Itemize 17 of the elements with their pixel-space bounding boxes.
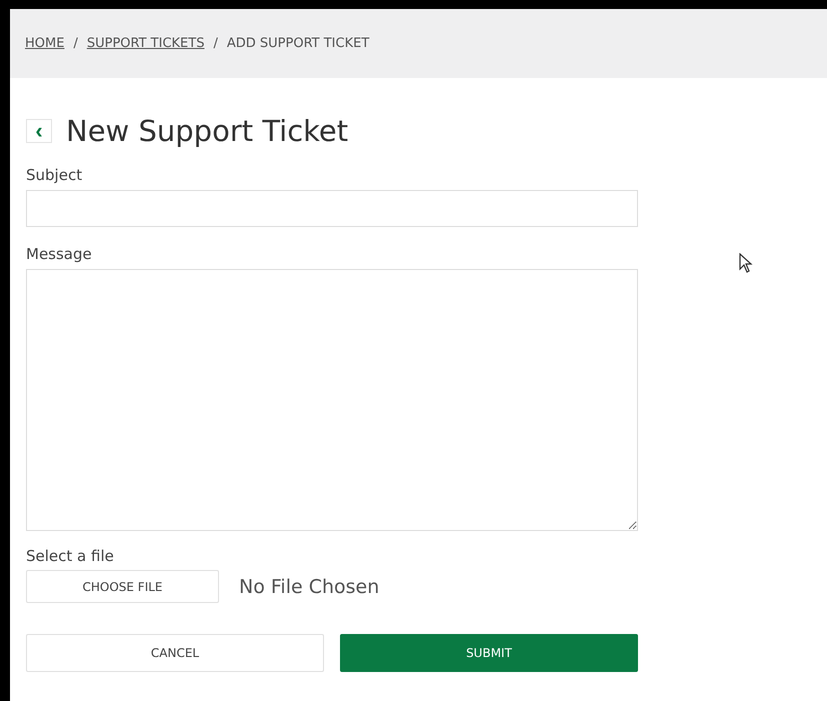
page-title: New Support Ticket [66,114,348,148]
field-label: Subject [26,166,84,184]
submit-button[interactable]: SUBMIT [340,634,638,672]
cancel-button[interactable]: CANCEL [26,634,324,672]
mouse-cursor-icon [739,253,753,273]
input-field[interactable] [26,190,638,227]
breadcrumb-separator: / [73,36,78,51]
choose-file-button[interactable]: CHOOSE FILE [26,570,219,603]
file-status: No File Chosen [239,576,380,598]
field-label: Select a file [26,547,115,565]
back-button[interactable]: ‹ [26,119,52,143]
breadcrumb-link[interactable]: HOME [25,36,64,51]
breadcrumb-link[interactable]: SUPPORT TICKETS [86,36,204,51]
message-field[interactable] [26,269,638,531]
breadcrumb-separator: / [213,36,218,51]
field-label: Message [26,245,93,263]
breadcrumb-current: ADD SUPPORT TICKET [226,36,370,51]
